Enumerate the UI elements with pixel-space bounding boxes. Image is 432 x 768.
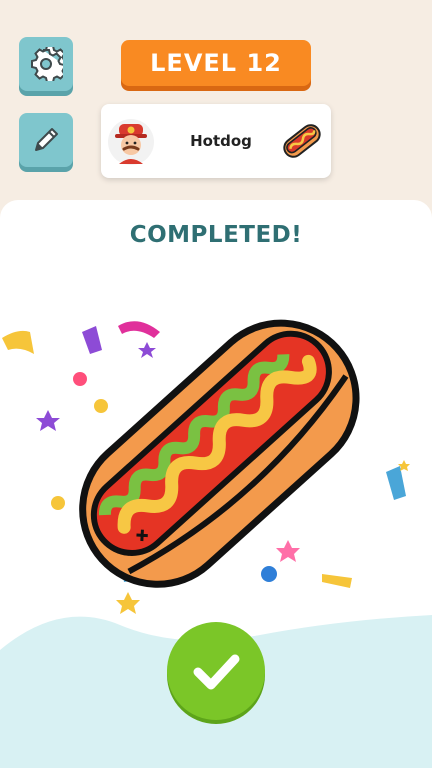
confirm-button[interactable] — [167, 622, 265, 720]
target-name: Hotdog — [190, 132, 252, 150]
checkmark-icon — [193, 654, 240, 690]
target-card: Hotdog — [101, 104, 331, 178]
pencil-icon — [35, 128, 58, 151]
level-badge: LEVEL 12 — [121, 40, 311, 86]
completed-title: COMPLETED! — [129, 222, 303, 248]
hotdog-drawing — [79, 319, 360, 588]
hotdog-thumbnail — [283, 124, 321, 158]
settings-button[interactable] — [19, 37, 73, 91]
hotdog-artwork — [2, 319, 410, 614]
gear-icon — [31, 47, 63, 81]
edit-button[interactable] — [19, 113, 73, 167]
avatar — [108, 119, 154, 165]
